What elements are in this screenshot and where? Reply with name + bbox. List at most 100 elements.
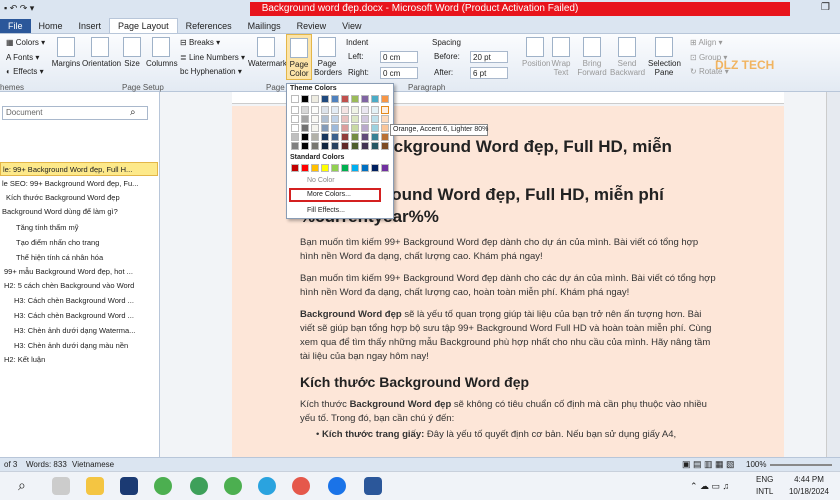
margins-button[interactable]: Margins	[50, 37, 82, 68]
nav-item[interactable]: Tạo điểm nhấn cho trang	[0, 236, 158, 250]
spacing-after-input[interactable]: 6 pt	[470, 67, 508, 79]
nav-item[interactable]: Kích thước Background Word đẹp	[0, 191, 158, 205]
theme-color-swatch[interactable]	[321, 142, 329, 150]
theme-color-swatch[interactable]	[381, 124, 389, 132]
align-button[interactable]: ⊞ Align ▾	[690, 38, 723, 47]
columns-button[interactable]: Columns	[146, 37, 178, 68]
language-status[interactable]: Vietnamese	[72, 460, 114, 469]
search-document-input[interactable]: Document	[2, 106, 148, 120]
clock-time[interactable]: 4:44 PM	[784, 475, 834, 484]
zalo-icon[interactable]	[328, 477, 346, 495]
theme-color-swatch[interactable]	[371, 95, 379, 103]
theme-color-swatch[interactable]	[361, 142, 369, 150]
theme-color-swatch[interactable]	[291, 95, 299, 103]
theme-color-swatch[interactable]	[341, 115, 349, 123]
wrap-text-button[interactable]: Wrap Text	[550, 37, 572, 77]
theme-color-swatch[interactable]	[361, 95, 369, 103]
tab-mailings[interactable]: Mailings	[240, 19, 289, 33]
theme-color-swatch[interactable]	[331, 95, 339, 103]
theme-color-swatch[interactable]	[341, 124, 349, 132]
theme-color-swatch[interactable]	[291, 142, 299, 150]
theme-color-swatch[interactable]	[371, 142, 379, 150]
theme-color-swatch[interactable]	[381, 106, 389, 114]
nav-item[interactable]: H2: Kết luận	[0, 353, 158, 367]
theme-color-swatch[interactable]	[311, 124, 319, 132]
theme-color-swatch[interactable]	[321, 106, 329, 114]
theme-color-swatch[interactable]	[331, 142, 339, 150]
theme-color-swatch[interactable]	[321, 95, 329, 103]
theme-color-swatch[interactable]	[351, 106, 359, 114]
theme-color-swatch[interactable]	[381, 115, 389, 123]
theme-color-swatch[interactable]	[291, 133, 299, 141]
theme-color-swatch[interactable]	[331, 106, 339, 114]
selection-pane-button[interactable]: Selection Pane	[648, 37, 681, 77]
line-numbers-button[interactable]: ≣ Line Numbers ▾	[180, 53, 245, 62]
bring-forward-button[interactable]: Bring Forward	[576, 37, 608, 77]
tab-page-layout[interactable]: Page Layout	[109, 18, 178, 33]
position-button[interactable]: Position	[522, 37, 550, 68]
restore-icon[interactable]: ❐	[821, 2, 830, 13]
more-colors-option[interactable]: More Colors...	[289, 188, 381, 202]
nav-item[interactable]: H2: 5 cách chèn Background vào Word	[0, 279, 158, 293]
nav-item[interactable]: Tăng tính thẩm mỹ	[0, 221, 158, 235]
clock-date[interactable]: 10/18/2024	[782, 487, 836, 496]
standard-color-swatch[interactable]	[321, 164, 329, 172]
theme-color-swatch[interactable]	[361, 133, 369, 141]
search-icon[interactable]: ⌕	[130, 107, 136, 118]
theme-color-swatch[interactable]	[371, 115, 379, 123]
theme-color-swatch[interactable]	[331, 124, 339, 132]
nav-item[interactable]: H3: Cách chèn Background Word ...	[0, 294, 158, 308]
theme-color-swatch[interactable]	[361, 106, 369, 114]
vertical-scrollbar[interactable]	[826, 92, 840, 457]
theme-color-swatch[interactable]	[301, 124, 309, 132]
keyboard-language[interactable]: ENG	[756, 475, 773, 484]
theme-color-swatch[interactable]	[311, 95, 319, 103]
page-borders-button[interactable]: Page Borders	[314, 37, 342, 77]
tab-view[interactable]: View	[334, 19, 369, 33]
theme-color-swatch[interactable]	[371, 124, 379, 132]
view-buttons[interactable]: ▣ ▤ ▥ ▦ ▧	[682, 459, 735, 470]
zoom-slider[interactable]	[770, 464, 832, 466]
tray-icons[interactable]: ⌃ ☁ ▭ ♫	[690, 481, 729, 492]
standard-color-swatch[interactable]	[331, 164, 339, 172]
theme-color-swatch[interactable]	[361, 115, 369, 123]
theme-color-swatch[interactable]	[351, 133, 359, 141]
nav-item[interactable]: H3: Cách chèn Background Word ...	[0, 309, 158, 323]
chrome-alt-icon[interactable]	[224, 477, 242, 495]
nav-item[interactable]: H3: Chèn ảnh dưới dạng màu nền	[0, 339, 158, 353]
theme-color-swatch[interactable]	[341, 95, 349, 103]
fill-effects-option[interactable]: Fill Effects...	[307, 207, 345, 214]
page-color-button[interactable]: Page Color	[286, 34, 312, 80]
theme-color-swatch[interactable]	[381, 95, 389, 103]
nav-item[interactable]: 99+ mẫu Background Word đẹp, hot ...	[0, 265, 158, 279]
theme-color-swatch[interactable]	[351, 115, 359, 123]
hyphenation-button[interactable]: bc Hyphenation ▾	[180, 67, 242, 76]
standard-color-swatch[interactable]	[301, 164, 309, 172]
theme-color-swatch[interactable]	[321, 133, 329, 141]
word-count[interactable]: Words: 833	[26, 460, 67, 469]
chrome-user-icon[interactable]	[292, 477, 310, 495]
theme-color-swatch[interactable]	[311, 142, 319, 150]
keyboard-layout[interactable]: INTL	[756, 487, 773, 496]
theme-color-swatch[interactable]	[341, 106, 349, 114]
spacing-before-input[interactable]: 20 pt	[470, 51, 508, 63]
theme-color-swatch[interactable]	[371, 106, 379, 114]
theme-color-swatch[interactable]	[351, 95, 359, 103]
theme-color-swatch[interactable]	[301, 115, 309, 123]
theme-color-swatch[interactable]	[371, 133, 379, 141]
theme-color-swatch[interactable]	[291, 115, 299, 123]
task-view-icon[interactable]	[52, 477, 70, 495]
nav-item[interactable]: Thể hiện tính cá nhân hóa	[0, 251, 158, 265]
theme-color-swatch[interactable]	[311, 115, 319, 123]
standard-color-swatch[interactable]	[381, 164, 389, 172]
chrome-profile-icon[interactable]	[190, 477, 208, 495]
theme-color-swatch[interactable]	[311, 106, 319, 114]
zoom-level[interactable]: 100%	[746, 460, 766, 469]
theme-color-swatch[interactable]	[351, 124, 359, 132]
colors-button[interactable]: ▦ Colors ▾	[6, 38, 45, 47]
theme-color-swatch[interactable]	[351, 142, 359, 150]
indent-left-input[interactable]: 0 cm	[380, 51, 418, 63]
theme-color-swatch[interactable]	[321, 115, 329, 123]
file-explorer-icon[interactable]	[86, 477, 104, 495]
effects-button[interactable]: ◐ Effects ▾	[6, 67, 44, 76]
